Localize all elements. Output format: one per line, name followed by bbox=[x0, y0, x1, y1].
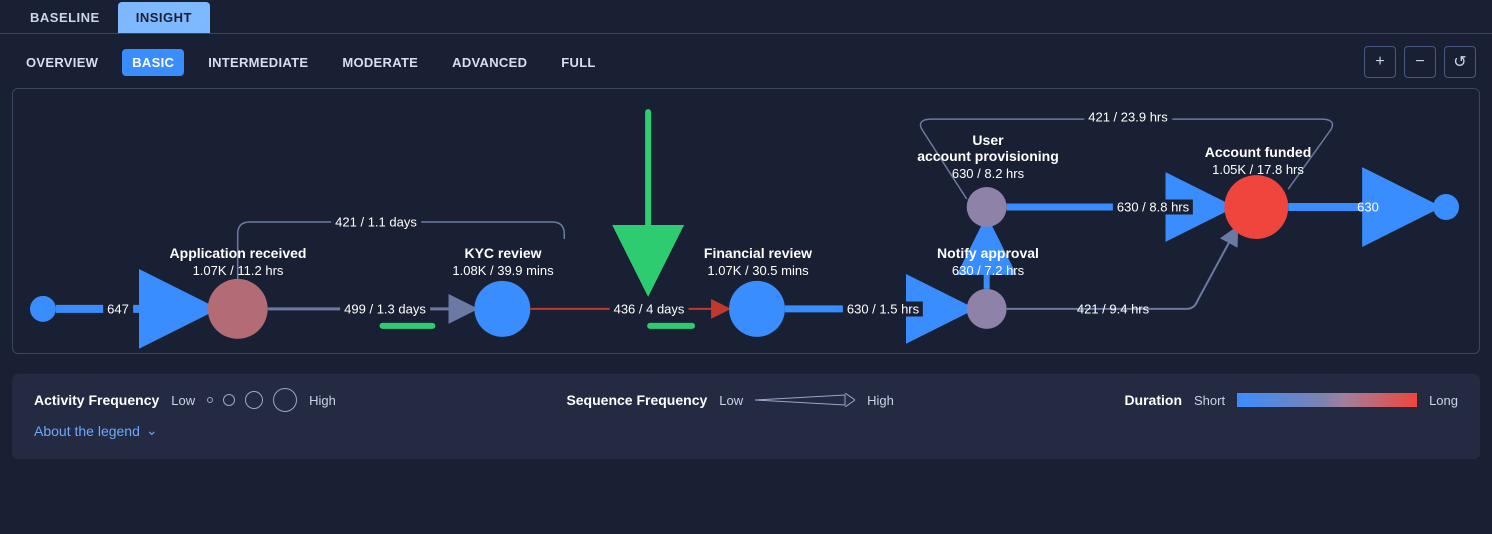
node-account-funded[interactable] bbox=[1224, 175, 1288, 239]
subtab-intermediate[interactable]: INTERMEDIATE bbox=[198, 49, 318, 76]
sub-tabs-row: OVERVIEW BASIC INTERMEDIATE MODERATE ADV… bbox=[0, 34, 1492, 88]
subtab-moderate[interactable]: MODERATE bbox=[332, 49, 428, 76]
subtab-basic[interactable]: BASIC bbox=[122, 49, 184, 76]
zoom-in-button[interactable]: + bbox=[1364, 46, 1396, 78]
subtab-overview[interactable]: OVERVIEW bbox=[16, 49, 108, 76]
about-the-legend-link[interactable]: About the legend ⌄ bbox=[34, 422, 158, 439]
process-canvas[interactable]: Application received 1.07K / 11.2 hrs KY… bbox=[12, 88, 1480, 354]
node-kyc-review[interactable] bbox=[474, 281, 530, 337]
tab-insight[interactable]: INSIGHT bbox=[118, 2, 210, 33]
node-financial-review[interactable] bbox=[729, 281, 785, 337]
node-application-received[interactable] bbox=[208, 279, 268, 339]
legend-sequence-frequency: Sequence Frequency Low High bbox=[566, 392, 893, 408]
minus-icon: − bbox=[1415, 53, 1424, 71]
legend-duration: Duration Short Long bbox=[1124, 392, 1458, 408]
tab-baseline[interactable]: BASELINE bbox=[12, 2, 118, 33]
edge-notify-funded-bottom[interactable] bbox=[1007, 229, 1237, 309]
node-start[interactable] bbox=[30, 296, 56, 322]
node-end[interactable] bbox=[1433, 194, 1459, 220]
node-notify-approval[interactable] bbox=[967, 289, 1007, 329]
edge-app-kyc-top[interactable] bbox=[238, 222, 565, 279]
chevron-down-icon: ⌄ bbox=[146, 422, 158, 439]
reset-view-button[interactable]: ↺ bbox=[1444, 46, 1476, 78]
top-tabs: BASELINE INSIGHT bbox=[0, 0, 1492, 34]
sub-tabs: OVERVIEW BASIC INTERMEDIATE MODERATE ADV… bbox=[16, 49, 606, 76]
zoom-controls: + − ↺ bbox=[1364, 46, 1476, 78]
reset-icon: ↺ bbox=[1453, 52, 1466, 72]
duration-gradient-icon bbox=[1237, 393, 1417, 407]
node-user-account-provisioning[interactable] bbox=[967, 187, 1007, 227]
subtab-advanced[interactable]: ADVANCED bbox=[442, 49, 537, 76]
plus-icon: + bbox=[1375, 53, 1384, 71]
subtab-full[interactable]: FULL bbox=[551, 49, 605, 76]
process-graph-svg bbox=[13, 89, 1479, 353]
activity-frequency-dots-icon bbox=[207, 388, 297, 412]
legend-activity-frequency: Activity Frequency Low High bbox=[34, 388, 336, 412]
sequence-frequency-arrow-icon bbox=[755, 393, 855, 407]
zoom-out-button[interactable]: − bbox=[1404, 46, 1436, 78]
legend-panel: Activity Frequency Low High Sequence Fre… bbox=[12, 374, 1480, 459]
